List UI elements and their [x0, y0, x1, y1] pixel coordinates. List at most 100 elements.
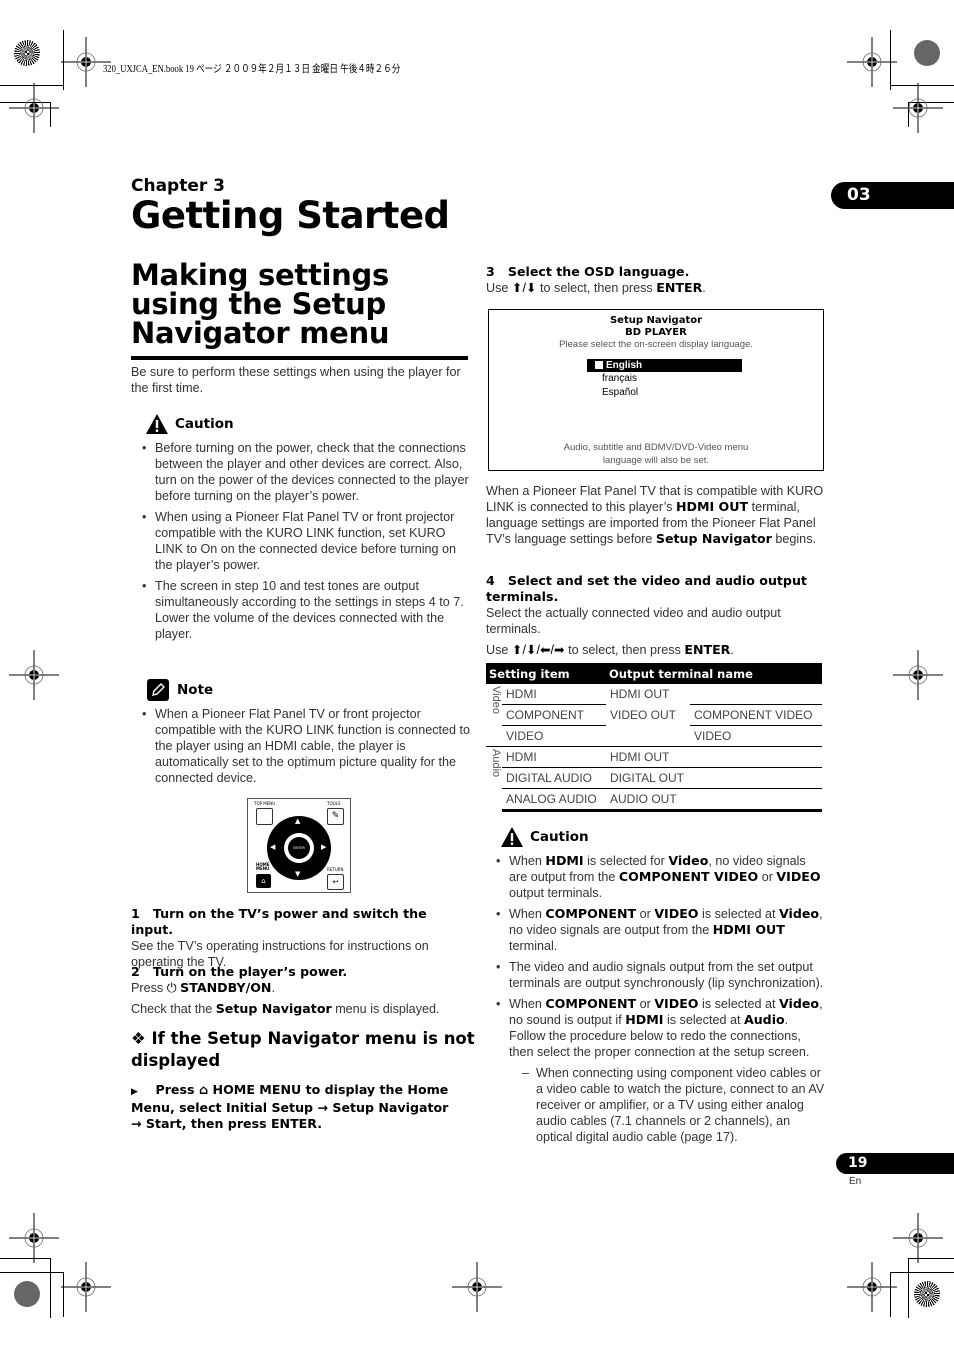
return-label: RETURN: [327, 867, 344, 872]
step-4-use: Use ⬆/⬇/⬅/➡ to select, then press ENTER.: [486, 642, 734, 657]
down-arrow-icon: ▼: [295, 870, 301, 878]
table-row: COMPONENT VIDEO OUT COMPONENT VIDEO: [486, 704, 822, 747]
registration-target-icon: [893, 83, 943, 133]
direction-arrow-icons: ⬆/⬇/⬅/➡: [511, 643, 565, 657]
table-cell: HDMI OUT: [606, 746, 822, 768]
step-4-heading: 4 Select and set the video and audio out…: [486, 573, 807, 604]
note-box: Note When a Pioneer Flat Panel TV or fro…: [142, 679, 475, 791]
table-cell: VIDEO: [690, 725, 822, 747]
print-file-header: 320_UXJCA_EN.book 19 ページ ２００９年２月１３日 金曜日 …: [103, 64, 401, 75]
registration-target-icon: [61, 1262, 111, 1312]
caution-list-right: When HDMI is selected for Video, no vide…: [486, 853, 826, 1060]
table-cell: HDMI: [502, 746, 606, 768]
pencil-icon: [147, 679, 169, 701]
tools-label: TOOLS: [327, 801, 341, 806]
osd-prompt: Please select the on-screen display lang…: [559, 339, 753, 350]
group-label-audio: Audio: [486, 746, 502, 811]
table-cell: VIDEO: [502, 725, 606, 747]
step-3-body: Use ⬆/⬇ to select, then press ENTER.: [486, 280, 706, 295]
warning-icon: [146, 414, 168, 434]
step-1: 1 Turn on the TV’s power and switch the …: [131, 906, 471, 970]
caution-list-left: Before turning on the power, check that …: [132, 440, 475, 642]
osd-option-english[interactable]: English: [587, 359, 742, 372]
registration-target-icon: [893, 1213, 943, 1263]
gray-rosette-icon: [914, 40, 940, 66]
registration-target-icon: [452, 1262, 502, 1312]
step-4: 4 Select and set the video and audio out…: [486, 573, 826, 658]
table-header-row: Setting item Output terminal name: [486, 663, 822, 684]
table-cell: HDMI OUT: [610, 687, 670, 702]
registration-target-icon: [9, 650, 59, 700]
step-3: 3 Select the OSD language. Use ⬆/⬇ to se…: [486, 264, 826, 296]
note-heading-text: Note: [177, 682, 214, 698]
step-2-press: Press ⏻ STANDBY/ON.: [131, 980, 275, 995]
return-button[interactable]: ↩: [327, 874, 344, 890]
caution-item: The video and audio signals output from …: [486, 959, 826, 991]
registration-target-icon: [9, 83, 59, 133]
caution-item: When HDMI is selected for Video, no vide…: [486, 853, 826, 901]
right-arrow-icon: ▶: [321, 843, 327, 851]
subsection-instruction: ▶ Press ⌂ HOME MENU to display the Home …: [131, 1082, 449, 1131]
language-code: En: [849, 1176, 862, 1187]
top-menu-button[interactable]: [256, 808, 273, 825]
step-2: 2 Turn on the player’s power. Press ⏻ ST…: [131, 964, 471, 1017]
osd-footer: Audio, subtitle and BDMV/DVD-Video menu …: [563, 442, 749, 466]
note-list: When a Pioneer Flat Panel TV or front pr…: [132, 706, 475, 786]
registration-target-icon: [847, 1262, 897, 1312]
caution-item: Before turning on the power, check that …: [132, 440, 475, 504]
caution-subitem: – When connecting using component video …: [522, 1066, 825, 1144]
triangle-bullet-icon: ▶: [131, 1087, 138, 1097]
table-cell: DIGITAL AUDIO: [502, 767, 606, 789]
registration-target-icon: [847, 37, 897, 87]
table-cell: DIGITAL OUT: [606, 767, 822, 789]
subsection-heading: ❖ If the Setup Navigator menu is not dis…: [131, 1028, 476, 1072]
osd-subtitle: BD PLAYER: [625, 327, 687, 338]
home-icon: ⌂: [198, 1083, 209, 1098]
header-setting-item: Setting item: [486, 663, 606, 684]
caution-box-right: Caution When HDMI is selected for Video,…: [496, 826, 826, 1145]
header-output-terminal: Output terminal name: [606, 663, 822, 684]
caution-item: When using a Pioneer Flat Panel TV or fr…: [132, 509, 475, 573]
chapter-label: Chapter 3: [131, 176, 226, 196]
step-1-heading: 1 Turn on the TV’s power and switch the …: [131, 906, 427, 937]
group-label-video: Video: [490, 686, 502, 714]
osd-option-francais[interactable]: français: [602, 373, 637, 384]
caution-heading-text: Caution: [530, 829, 589, 845]
table-cell: AUDIO OUT: [606, 788, 822, 812]
home-menu-label: HOME MENU: [256, 862, 270, 871]
diamond-bullet-icon: ❖: [131, 1029, 146, 1048]
warning-icon: [501, 827, 523, 847]
subsection-title: If the Setup Navigator menu is not displ…: [131, 1029, 475, 1070]
caution-box-left: Caution Before turning on the power, che…: [142, 413, 475, 647]
gray-rosette-icon: [14, 1281, 40, 1307]
caution-item: The screen in step 10 and test tones are…: [132, 578, 475, 642]
osd-title: Setup Navigator: [609, 315, 703, 326]
table-cell: VIDEO OUT: [606, 704, 690, 747]
chapter-title: Getting Started: [131, 194, 450, 237]
tools-button[interactable]: ✎: [327, 808, 344, 825]
table-row: DIGITAL AUDIO DIGITAL OUT: [486, 767, 822, 789]
osd-option-espanol[interactable]: Español: [602, 387, 638, 398]
table-cell: ANALOG AUDIO: [502, 788, 606, 812]
enter-button[interactable]: ENTER: [288, 837, 310, 859]
power-icon: ⏻: [166, 981, 177, 995]
left-arrow-icon: ◀: [270, 843, 276, 851]
color-rosette-icon: [14, 40, 40, 66]
caution-heading: Caution: [145, 413, 475, 435]
table-row: ANALOG AUDIO AUDIO OUT: [486, 788, 822, 812]
caution-item: When COMPONENT or VIDEO is selected at V…: [486, 996, 826, 1060]
up-down-arrow-icons: ⬆/⬇: [511, 281, 537, 295]
output-terminal-table: Setting item Output terminal name Video …: [486, 663, 822, 812]
caution-item: When COMPONENT or VIDEO is selected at V…: [486, 906, 826, 954]
chapter-tab: 03: [831, 182, 954, 209]
table-cell: [690, 684, 822, 705]
remote-control-illustration: TOP MENU TOOLS ✎ ENTER ▲ ▼ ◀ ▶ HOME MENU…: [247, 798, 351, 893]
table-cell: HDMI: [502, 684, 606, 705]
selected-marker-icon: [595, 361, 603, 369]
home-menu-button[interactable]: ⌂: [256, 874, 271, 888]
caution-heading-text: Caution: [175, 416, 234, 432]
section-title: Making settings using the Setup Navigato…: [131, 258, 390, 350]
up-arrow-icon: ▲: [295, 817, 301, 825]
chapter-tab-number: 03: [847, 185, 871, 205]
table-row: Audio HDMI HDMI OUT: [486, 746, 822, 811]
